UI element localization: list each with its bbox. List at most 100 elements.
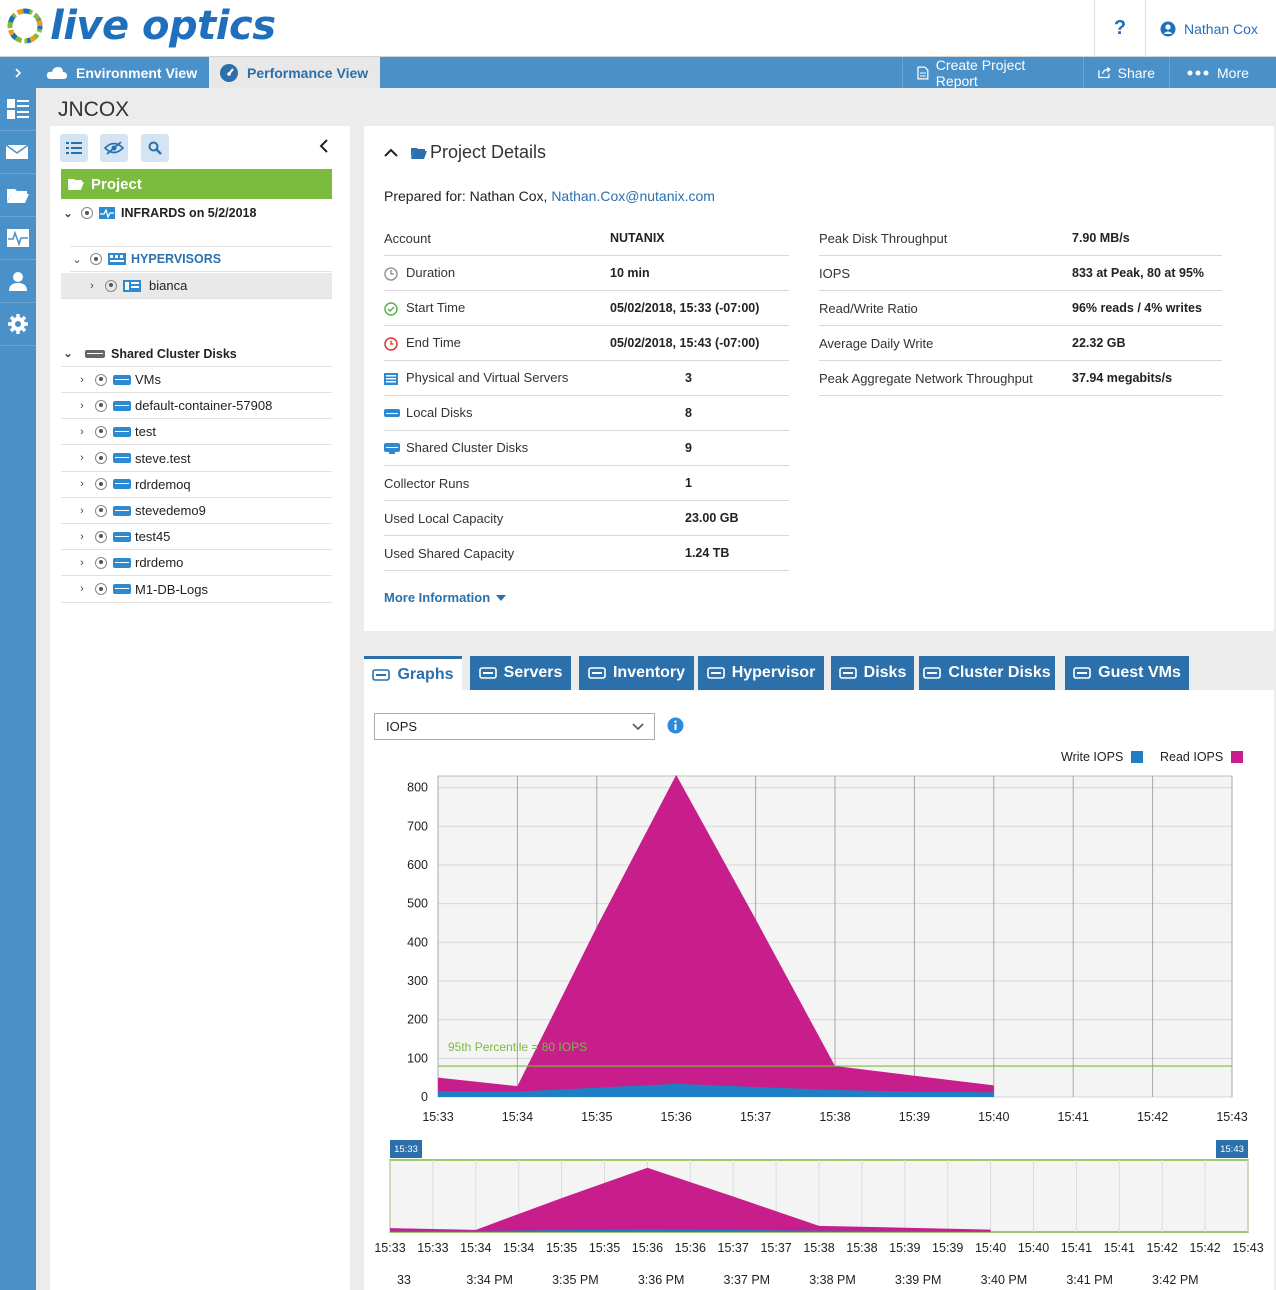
detail-row: Used Shared Capacity 1.24 TB: [384, 536, 789, 571]
more-label: More: [1217, 64, 1249, 81]
project-details-header[interactable]: Project Details: [384, 142, 546, 163]
tree-disk-node[interactable]: › rdrdemoq: [61, 472, 332, 498]
tree-hypervisors-node[interactable]: ⌄ HYPERVISORS: [70, 246, 332, 272]
graph-tab-label: Hypervisor: [731, 664, 816, 681]
navigator-tick-label: 15:34: [460, 1241, 491, 1255]
radio-icon[interactable]: [90, 253, 102, 265]
host-label: bianca: [149, 278, 188, 293]
chevron-down-icon[interactable]: ⌄: [70, 253, 84, 266]
radio-icon[interactable]: [95, 452, 107, 465]
chevron-right-icon[interactable]: ›: [85, 280, 99, 292]
logo[interactable]: live optics: [4, 0, 276, 52]
tree-disk-node[interactable]: › stevedemo9: [61, 498, 332, 524]
radio-icon[interactable]: [105, 279, 117, 292]
tree-disk-node[interactable]: › steve.test: [61, 446, 332, 472]
detail-value: 05/02/2018, 15:43 (-07:00): [610, 336, 760, 350]
email-link[interactable]: Nathan.Cox@nutanix.com: [551, 188, 715, 204]
chevron-right-icon[interactable]: ›: [75, 374, 89, 386]
tree-disk-node[interactable]: › VMs: [61, 367, 332, 393]
rail-performance-button[interactable]: [0, 217, 36, 260]
help-button[interactable]: ?: [1094, 0, 1146, 57]
chevron-right-icon[interactable]: ›: [75, 478, 89, 490]
radio-icon[interactable]: [95, 425, 107, 438]
y-tick-label: 0: [421, 1090, 428, 1104]
rail-mail-button[interactable]: [0, 131, 36, 174]
chevron-right-icon[interactable]: ›: [75, 400, 89, 412]
tree-disk-node[interactable]: › default-container-57908: [61, 393, 332, 420]
radio-icon[interactable]: [95, 583, 107, 596]
tree-run-node[interactable]: ⌄ INFRARDS on 5/2/2018: [61, 200, 332, 226]
collapse-panel-button[interactable]: [318, 138, 330, 159]
radio-icon[interactable]: [95, 478, 107, 491]
create-project-report-button[interactable]: Create Project Report: [902, 57, 1083, 89]
graph-tab-hypervisor[interactable]: Hypervisor: [698, 656, 824, 690]
cluster-disk-icon: [923, 666, 942, 680]
start-check-icon: [384, 302, 398, 316]
tab-performance-view[interactable]: Performance View: [209, 57, 380, 88]
tree-disk-node[interactable]: › rdrdemo: [61, 550, 332, 577]
list-view-button[interactable]: [60, 134, 88, 162]
rail-dashboard-button[interactable]: [0, 88, 36, 131]
chevron-down-icon[interactable]: ⌄: [61, 347, 75, 360]
radio-icon[interactable]: [81, 207, 93, 219]
chevron-right-icon[interactable]: ›: [75, 426, 89, 438]
navigator-time-label: 3:37 PM: [724, 1273, 771, 1287]
disk-icon: [113, 374, 131, 385]
share-button[interactable]: Share: [1083, 57, 1169, 88]
radio-icon[interactable]: [95, 504, 107, 517]
prepared-for: Prepared for: Nathan Cox, Nathan.Cox@nut…: [384, 188, 715, 204]
chevron-right-icon[interactable]: ›: [75, 452, 89, 464]
report-icon: [917, 65, 929, 80]
detail-row: End Time 05/02/2018, 15:43 (-07:00): [384, 326, 789, 361]
tab-environment-label: Environment View: [76, 64, 198, 81]
disk-icon: [838, 666, 857, 680]
navigator-time-label: 3:38 PM: [809, 1273, 856, 1287]
chevron-right-icon[interactable]: ›: [75, 557, 89, 569]
detail-label: Start Time: [384, 300, 465, 316]
chevron-down-icon[interactable]: ⌄: [61, 207, 75, 220]
info-button[interactable]: [667, 717, 684, 739]
radio-icon[interactable]: [95, 556, 107, 569]
detail-row: Physical and Virtual Servers 3: [384, 361, 789, 396]
detail-label: Local Disks: [384, 405, 472, 421]
navigator-tick-label: 15:35: [589, 1241, 620, 1255]
tree-disk-node[interactable]: › test: [61, 419, 332, 446]
chevron-right-icon[interactable]: ›: [75, 505, 89, 517]
graph-tab-graphs[interactable]: Graphs: [364, 656, 462, 690]
more-button[interactable]: More: [1169, 57, 1264, 88]
rail-user-button[interactable]: [0, 260, 36, 303]
guest-vm-icon: [1073, 666, 1091, 680]
graph-tab-cluster-disks[interactable]: Cluster Disks: [919, 656, 1055, 690]
chevron-right-icon[interactable]: ›: [75, 583, 89, 595]
chevron-right-icon[interactable]: ›: [75, 531, 89, 543]
radio-icon[interactable]: [95, 399, 107, 412]
hide-button[interactable]: [100, 134, 128, 162]
search-button[interactable]: [141, 134, 169, 162]
graph-tab-servers[interactable]: Servers: [470, 656, 571, 690]
tree-shared-disks-node[interactable]: ⌄ Shared Cluster Disks: [61, 341, 332, 367]
navigator-tick-label: 15:36: [675, 1241, 706, 1255]
navigator-tick-label: 15:42: [1147, 1241, 1178, 1255]
tree-host-node[interactable]: › bianca: [61, 273, 332, 299]
radio-icon[interactable]: [95, 530, 107, 543]
metric-select[interactable]: IOPS: [374, 713, 655, 740]
expand-rail-button[interactable]: [0, 57, 36, 88]
graph-tab-disks[interactable]: Disks: [831, 656, 914, 690]
radio-icon[interactable]: [95, 373, 107, 386]
gear-icon: [8, 314, 28, 334]
x-tick-label: 15:41: [1058, 1110, 1089, 1124]
rail-projects-button[interactable]: [0, 174, 36, 217]
rail-settings-button[interactable]: [0, 303, 36, 346]
navigator-tick-label: 15:38: [846, 1241, 877, 1255]
graph-tab-inventory[interactable]: Inventory: [579, 656, 694, 690]
tree-disk-node[interactable]: › test45: [61, 524, 332, 551]
user-menu[interactable]: Nathan Cox: [1160, 0, 1258, 57]
tree-disk-node[interactable]: › M1-DB-Logs: [61, 577, 332, 603]
y-tick-label: 500: [407, 897, 428, 911]
user-icon: [9, 272, 27, 291]
x-tick-label: 15:33: [422, 1110, 453, 1124]
tab-environment-view[interactable]: Environment View: [36, 57, 208, 88]
graph-tab-guest-vms[interactable]: Guest VMs: [1065, 656, 1189, 690]
project-node[interactable]: Project: [61, 169, 332, 199]
more-information-link[interactable]: More Information: [384, 590, 507, 605]
